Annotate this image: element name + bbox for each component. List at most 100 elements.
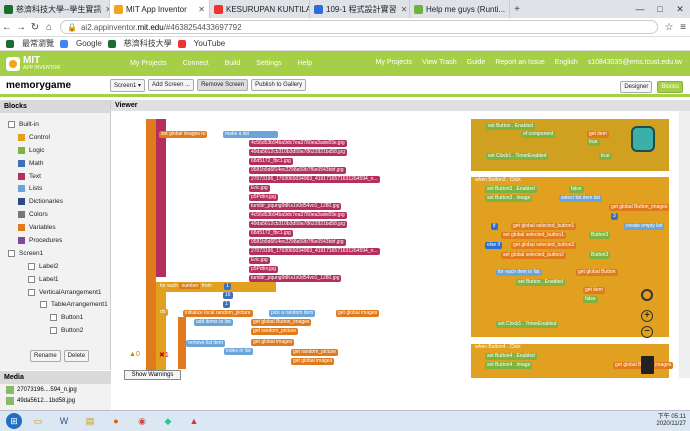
block-category-item[interactable]: Text bbox=[0, 170, 110, 183]
bookmark-item[interactable]: 最常瀏覽 bbox=[6, 38, 54, 49]
url-input[interactable]: 🔒 ai2.appinventor. mit.edu/#4638254433697… bbox=[60, 20, 658, 34]
block-category-item[interactable]: Variables bbox=[0, 221, 110, 234]
forward-icon[interactable]: → bbox=[14, 22, 28, 33]
block-category-item[interactable]: Label2 bbox=[0, 260, 110, 273]
workspace-scrollbar[interactable] bbox=[679, 111, 690, 378]
remove-screen-button[interactable]: Remove Screen bbox=[197, 79, 249, 91]
right-menu-item[interactable]: Guide bbox=[467, 59, 486, 66]
bookmark-item[interactable]: Google bbox=[60, 39, 102, 48]
get-global-images-block-2[interactable]: get global images bbox=[251, 339, 295, 346]
menu-icon[interactable]: ≡ bbox=[676, 22, 690, 33]
false-block[interactable]: false bbox=[569, 186, 584, 193]
select-list-item[interactable]: select list item list bbox=[559, 195, 602, 202]
browser-tab[interactable]: KESURUPAN KUNTILA...✕ bbox=[210, 0, 310, 18]
screen-select[interactable]: Screen1 ▾ bbox=[110, 78, 146, 92]
remove-list-item-block[interactable]: remove list item bbox=[186, 340, 226, 347]
list-block-body[interactable] bbox=[156, 119, 166, 277]
block-category-item[interactable]: Built-in bbox=[0, 118, 110, 131]
recenter-icon[interactable] bbox=[641, 289, 653, 301]
set-button-enabled-2[interactable]: set Button . Enabled bbox=[516, 279, 566, 286]
system-clock[interactable]: 下午 05:11 2020/11/27 bbox=[656, 414, 686, 428]
blocks-button[interactable]: Blocks bbox=[657, 81, 683, 93]
delete-button[interactable]: Delete bbox=[63, 350, 90, 362]
get-global-images-block[interactable]: get global images bbox=[336, 310, 380, 317]
close-tab-icon[interactable]: ✕ bbox=[397, 5, 408, 14]
maximize-icon[interactable]: □ bbox=[650, 0, 670, 18]
get-global-button[interactable]: get global Button bbox=[576, 269, 618, 276]
trash-icon[interactable] bbox=[641, 356, 654, 374]
image-string-block[interactable]: 4c56d53b94ba9dc7ea3780ea3ade83e.jpg bbox=[249, 212, 347, 219]
image-string-block[interactable]: 49da5612cb310b3d59a78622821bd58.jpg bbox=[249, 221, 347, 228]
image-string-block[interactable]: 27073196_1703065034963_41917165716312645… bbox=[249, 176, 380, 183]
app-icon[interactable]: ◆ bbox=[158, 413, 178, 429]
image-string-block[interactable]: 68d5172_fbc1.jpg bbox=[249, 158, 293, 165]
bookmark-item[interactable]: 慈濟科技大學 bbox=[107, 38, 172, 49]
true-block[interactable]: true bbox=[587, 139, 600, 146]
show-warnings-button[interactable]: Show Warnings bbox=[124, 370, 181, 380]
browser-tab[interactable]: Help me guys (Runti...✕ bbox=[410, 0, 510, 18]
backpack-icon[interactable] bbox=[631, 126, 655, 152]
block-category-item[interactable]: TableArrangement1 bbox=[0, 298, 110, 311]
menu-item[interactable]: Help bbox=[298, 60, 312, 67]
app-inventor-logo[interactable]: MIT APP INVENTOR bbox=[6, 56, 60, 71]
close-icon[interactable]: ✕ bbox=[670, 0, 690, 18]
image-string-block[interactable]: p5Pdtrv.jpg bbox=[249, 194, 278, 201]
right-menu-item[interactable]: View Trash bbox=[422, 59, 457, 66]
firefox-icon[interactable]: ● bbox=[106, 413, 126, 429]
image-string-block[interactable]: tumblr_pqung0dKs1x0d54vo1_1280.jpg bbox=[249, 203, 342, 210]
from-value[interactable]: 1 bbox=[224, 283, 231, 290]
image-string-block[interactable]: Eric.jpg bbox=[249, 257, 270, 264]
bookmark-item[interactable]: YouTube bbox=[177, 39, 225, 48]
procedure-body[interactable] bbox=[146, 119, 156, 378]
set-button3-enabled[interactable]: set Button3 . Enabled bbox=[485, 186, 537, 193]
media-file[interactable]: 49da5612...1bd58.jpg bbox=[0, 395, 111, 406]
false-block-2[interactable]: false bbox=[583, 296, 598, 303]
menu-item[interactable]: Connect bbox=[183, 60, 209, 67]
right-menu-item[interactable]: s10843035@ems.tcust.edu.tw bbox=[588, 59, 682, 66]
reload-icon[interactable]: ↻ bbox=[28, 22, 42, 33]
block-category-item[interactable]: Procedures bbox=[0, 234, 110, 247]
block-category-item[interactable]: Colors bbox=[0, 208, 110, 221]
block-category-item[interactable]: Math bbox=[0, 157, 110, 170]
menu-item[interactable]: My Projects bbox=[130, 60, 167, 67]
app-icon-2[interactable]: ▲ bbox=[184, 413, 204, 429]
block-category-item[interactable]: VerticalArrangement1 bbox=[0, 286, 110, 299]
block-category-item[interactable]: Control bbox=[0, 131, 110, 144]
minimize-icon[interactable]: — bbox=[630, 0, 650, 18]
new-tab-icon[interactable]: + bbox=[510, 0, 524, 18]
set-button4-enabled[interactable]: set Button4 . Enabled bbox=[485, 353, 537, 360]
block-category-item[interactable]: Dictionaries bbox=[0, 195, 110, 208]
word-icon[interactable]: W bbox=[54, 413, 74, 429]
true-block-2[interactable]: true bbox=[599, 153, 612, 160]
close-tab-icon[interactable]: ✕ bbox=[194, 5, 205, 14]
set-button3-image[interactable]: set Button3 . Image bbox=[485, 195, 533, 202]
pick-random-block[interactable]: pick a random item bbox=[269, 310, 316, 317]
image-string-block[interactable]: p5Pdtrv.jpg bbox=[249, 266, 278, 273]
set-global-images-block[interactable]: set global images to bbox=[159, 131, 208, 138]
if-block[interactable]: if bbox=[491, 223, 498, 230]
make-list-block[interactable]: make a list bbox=[223, 131, 278, 138]
get-item-block[interactable]: get item bbox=[587, 131, 609, 138]
right-menu-item[interactable]: Report an Issue bbox=[495, 59, 544, 66]
button3-ref-2[interactable]: Button3 bbox=[589, 252, 611, 259]
publish-gallery-button[interactable]: Publish to Gallery bbox=[251, 79, 307, 91]
set-clock-block[interactable]: set Clock1 . TimerEnabled bbox=[486, 153, 549, 160]
image-string-block[interactable]: Eric.jpg bbox=[249, 185, 270, 192]
init-local-block[interactable]: initialize local random_picture bbox=[183, 310, 253, 317]
set-gsb1[interactable]: set global selected_button1 bbox=[501, 232, 566, 239]
image-string-block[interactable]: 4c56d53b94ba9dc7ea3780ea3ade83e.jpg bbox=[249, 140, 347, 147]
explorer-icon[interactable]: ▭ bbox=[28, 413, 48, 429]
block-category-item[interactable]: Screen1 bbox=[0, 247, 110, 260]
zoom-out-icon[interactable]: − bbox=[641, 326, 653, 338]
chrome-icon[interactable]: ◉ bbox=[132, 413, 152, 429]
to-value[interactable]: 16 bbox=[223, 292, 233, 299]
image-string-block[interactable]: 68d5172_fbc1.jpg bbox=[249, 230, 293, 237]
index-value[interactable]: 3 bbox=[611, 213, 618, 220]
by-value[interactable]: 1 bbox=[223, 301, 230, 308]
get-btn-images[interactable]: get global Button_images bbox=[609, 204, 670, 211]
image-string-block[interactable]: 9581b5d6f14ec2298a59b7f6e0543bbf.jpg bbox=[249, 239, 346, 246]
browser-tab[interactable]: 慈濟科技大學--學生實訊✕ bbox=[0, 0, 110, 18]
browser-tab[interactable]: MIT App Inventor ✕ bbox=[110, 0, 210, 18]
block-category-item[interactable]: Logic bbox=[0, 144, 110, 157]
add-screen-button[interactable]: Add Screen ... bbox=[148, 79, 195, 91]
